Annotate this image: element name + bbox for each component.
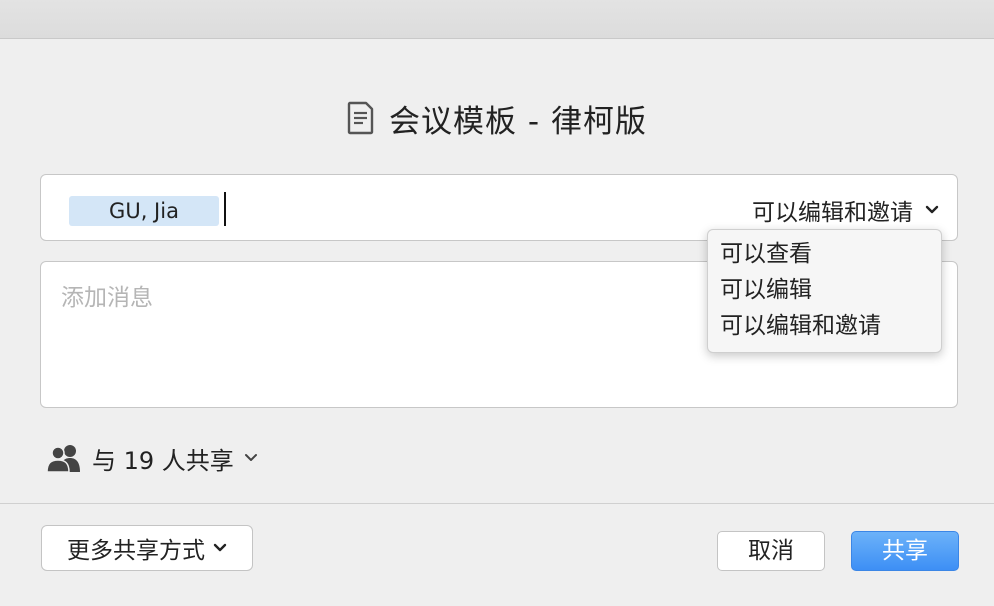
chevron-down-icon bbox=[925, 205, 939, 214]
window-top-strip bbox=[0, 0, 994, 39]
permission-option-edit-invite[interactable]: 可以编辑和邀请 bbox=[708, 308, 941, 344]
permission-menu: 可以查看 可以编辑 可以编辑和邀请 bbox=[707, 229, 942, 353]
people-icon bbox=[46, 445, 80, 473]
more-sharing-options-button[interactable]: 更多共享方式 bbox=[41, 525, 253, 571]
recipient-chip[interactable]: GU, Jia bbox=[69, 196, 219, 226]
permission-option-edit[interactable]: 可以编辑 bbox=[708, 272, 941, 308]
message-input[interactable] bbox=[61, 278, 701, 388]
permission-dropdown[interactable]: 可以编辑和邀请 bbox=[752, 194, 939, 226]
shared-count-label: 与 19 人共享 bbox=[92, 446, 234, 475]
chevron-down-icon bbox=[244, 454, 257, 461]
shared-with-toggle[interactable]: 与 19 人共享 bbox=[46, 440, 258, 476]
share-button[interactable]: 共享 bbox=[851, 531, 959, 571]
cancel-button[interactable]: 取消 bbox=[717, 531, 825, 571]
footer-divider bbox=[0, 503, 994, 504]
permission-option-view[interactable]: 可以查看 bbox=[708, 236, 941, 272]
more-sharing-label: 更多共享方式 bbox=[67, 538, 205, 564]
dialog-title: 会议模板 - 律柯版 bbox=[389, 103, 647, 140]
text-cursor bbox=[224, 192, 226, 226]
dialog-header: 会议模板 - 律柯版 bbox=[0, 96, 994, 140]
chevron-down-icon bbox=[213, 543, 227, 552]
permission-selected-label: 可以编辑和邀请 bbox=[752, 200, 913, 226]
document-icon bbox=[347, 101, 374, 135]
